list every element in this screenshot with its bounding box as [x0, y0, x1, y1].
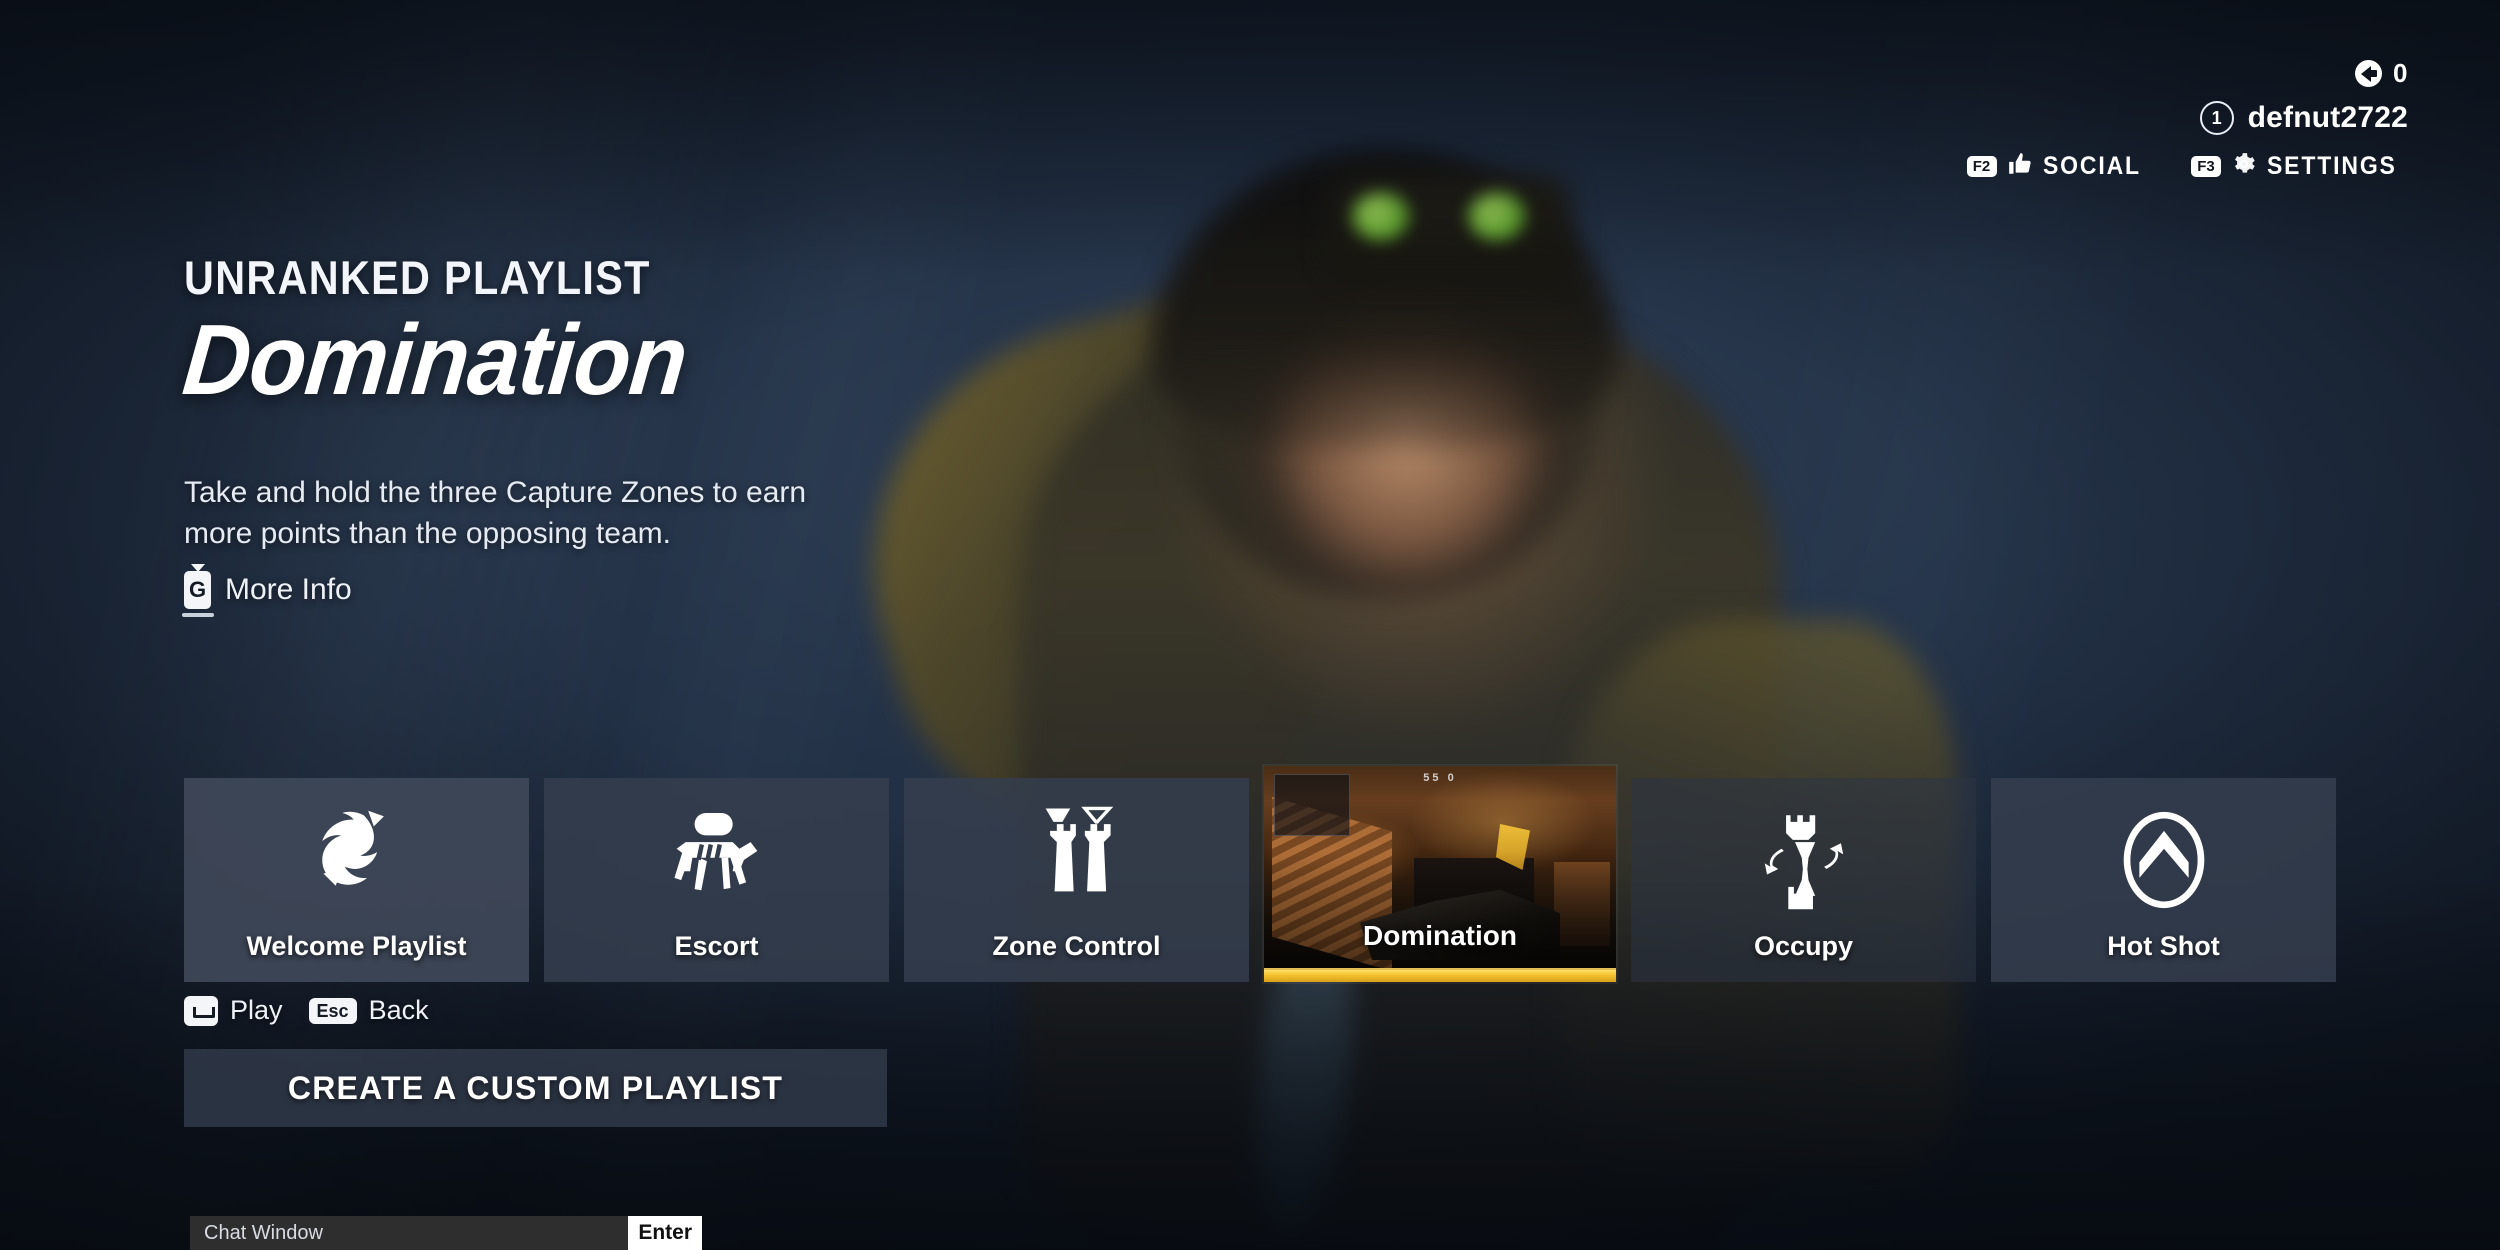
playlist-card-label: Occupy: [1753, 931, 1854, 961]
currency-display: 0: [1967, 58, 2408, 89]
back-label: Back: [368, 995, 429, 1025]
social-button[interactable]: F2 SOCIAL: [1966, 151, 2149, 182]
back-hint[interactable]: Esc Back: [308, 995, 429, 1026]
chat-window-label: Chat Window: [204, 1221, 323, 1244]
playlist-card-label: Zone Control: [992, 931, 1161, 961]
page-title: Domination: [178, 304, 692, 416]
playlist-card-welcome-playlist[interactable]: Welcome Playlist: [184, 778, 529, 982]
player-profile[interactable]: 1 defnut2722: [1967, 101, 2408, 135]
f3-key-chip: F3: [2190, 155, 2221, 178]
settings-button[interactable]: F3 SETTINGS: [2190, 151, 2408, 182]
bird-swoop-icon: [297, 804, 417, 916]
thumbs-up-icon: [2007, 151, 2033, 182]
playlist-card-domination[interactable]: 55 0 Domination: [1264, 766, 1616, 982]
create-custom-playlist-button[interactable]: CREATE A CUSTOM PLAYLIST: [184, 1049, 887, 1127]
playlist-card-escort[interactable]: Escort: [544, 778, 889, 982]
enter-key-icon: [184, 995, 218, 1026]
chevron-circle-icon: [2104, 804, 2224, 916]
hud-nav: F2 SOCIAL F3 SETTINGS: [1966, 151, 2408, 182]
mode-description: Take and hold the three Capture Zones to…: [184, 476, 807, 550]
top-hud: 0 1 defnut2722 F2 SOCIAL F3 SETTINGS: [1966, 58, 2408, 182]
twin-towers-icon: [1017, 804, 1137, 916]
player-name: defnut2722: [2247, 101, 2408, 134]
playlist-card-row: Welcome Playlist Escort Zone Control Dom…: [184, 766, 2336, 982]
esc-key-icon: Esc: [308, 997, 357, 1024]
playlist-card-label: Domination: [1363, 920, 1517, 951]
gear-icon: [2231, 151, 2257, 182]
more-info-button[interactable]: G More Info: [184, 570, 1284, 609]
chat-enter-key-badge: Enter: [628, 1216, 702, 1250]
g-key-icon: G: [184, 570, 211, 609]
rotating-crown-icon: [1744, 804, 1864, 916]
robot-mule-icon: [657, 804, 777, 916]
playlist-card-hot-shot[interactable]: Hot Shot: [1991, 778, 2336, 982]
playlist-card-label: Escort: [674, 931, 759, 961]
more-info-label: More Info: [225, 572, 352, 606]
credits-coin-icon: [2355, 60, 2383, 87]
f2-key-chip: F2: [1966, 155, 1997, 178]
play-label: Play: [230, 995, 283, 1025]
playlist-info-panel: UNRANKED PLAYLIST Domination Take and ho…: [179, 250, 1284, 609]
playlist-card-label: Hot Shot: [2107, 931, 2220, 961]
selection-indicator-bar: [1264, 968, 1616, 982]
settings-label: SETTINGS: [2266, 152, 2397, 180]
playlist-card-label: Welcome Playlist: [246, 931, 467, 961]
playlist-kicker: UNRANKED PLAYLIST: [184, 251, 651, 304]
key-hints: Play Esc Back: [184, 995, 429, 1026]
social-label: SOCIAL: [2042, 152, 2141, 180]
playlist-card-occupy[interactable]: Occupy: [1631, 778, 1976, 982]
playlist-card-zone-control[interactable]: Zone Control: [904, 778, 1249, 982]
currency-amount: 0: [2393, 58, 2408, 88]
player-level-badge: 1: [2199, 101, 2234, 135]
chat-window-bar[interactable]: Chat Window Enter: [190, 1216, 702, 1250]
play-hint[interactable]: Play: [184, 995, 283, 1026]
